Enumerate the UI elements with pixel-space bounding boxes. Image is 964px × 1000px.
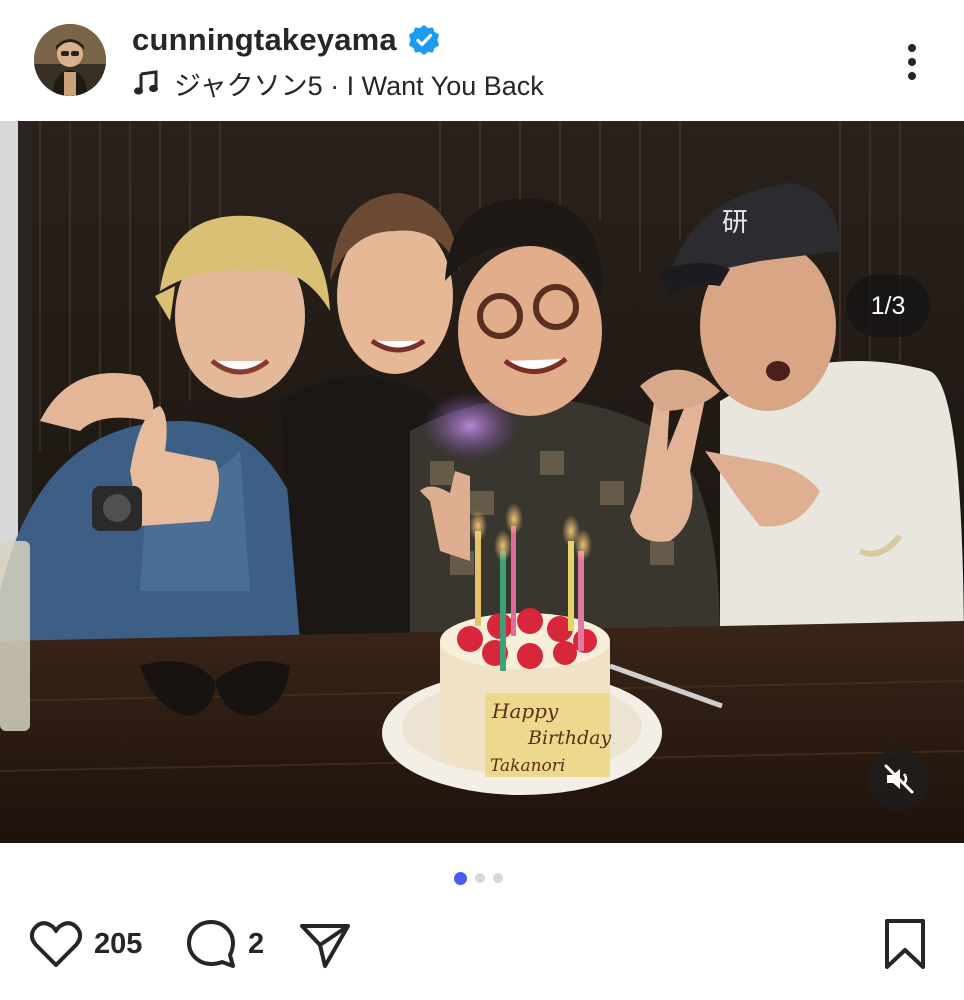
action-bar: 205 2	[0, 912, 964, 976]
carousel-dot-2[interactable]	[475, 873, 485, 883]
carousel-dot-1[interactable]	[454, 871, 467, 885]
photo: 研 Happy Birthday Takanori	[0, 121, 964, 843]
music-row[interactable]: ジャクソン5 · I Want You Back	[132, 64, 544, 102]
media-counter: 1/3	[846, 275, 930, 337]
username[interactable]: cunningtakeyama	[132, 22, 397, 58]
like-count[interactable]: 205	[94, 928, 142, 961]
cake-text-line-1: Happy	[491, 699, 559, 723]
music-note-icon	[132, 69, 160, 97]
svg-text:研: 研	[722, 208, 748, 238]
verified-badge-icon	[407, 23, 441, 57]
avatar[interactable]	[34, 24, 106, 96]
more-options-button[interactable]	[886, 36, 938, 88]
mute-button[interactable]	[868, 748, 930, 810]
carousel-indicator	[0, 870, 964, 886]
comment-count[interactable]: 2	[248, 928, 264, 961]
speaker-muted-icon	[884, 764, 914, 794]
comment-bubble-icon	[187, 920, 235, 968]
username-row: cunningtakeyama	[132, 20, 441, 60]
cake-text-line-3: Takanori	[490, 756, 565, 776]
send-icon	[300, 924, 350, 968]
comment-button[interactable]: 2	[184, 912, 264, 976]
save-button[interactable]	[880, 912, 930, 976]
more-dots-icon	[908, 44, 916, 80]
post-media[interactable]: 研 Happy Birthday Takanori 1/3	[0, 121, 964, 843]
avatar-image	[34, 24, 106, 96]
music-track-label: ジャクソン5 · I Want You Back	[174, 70, 544, 101]
post-header: cunningtakeyama ジャクソン5 · I Want You Back	[0, 0, 964, 120]
bookmark-icon	[885, 919, 925, 969]
heart-icon	[29, 921, 83, 967]
share-button[interactable]	[298, 912, 352, 976]
like-button[interactable]: 205	[28, 912, 142, 976]
carousel-dot-3[interactable]	[493, 873, 503, 883]
cake-text-line-2: Birthday	[527, 727, 611, 749]
